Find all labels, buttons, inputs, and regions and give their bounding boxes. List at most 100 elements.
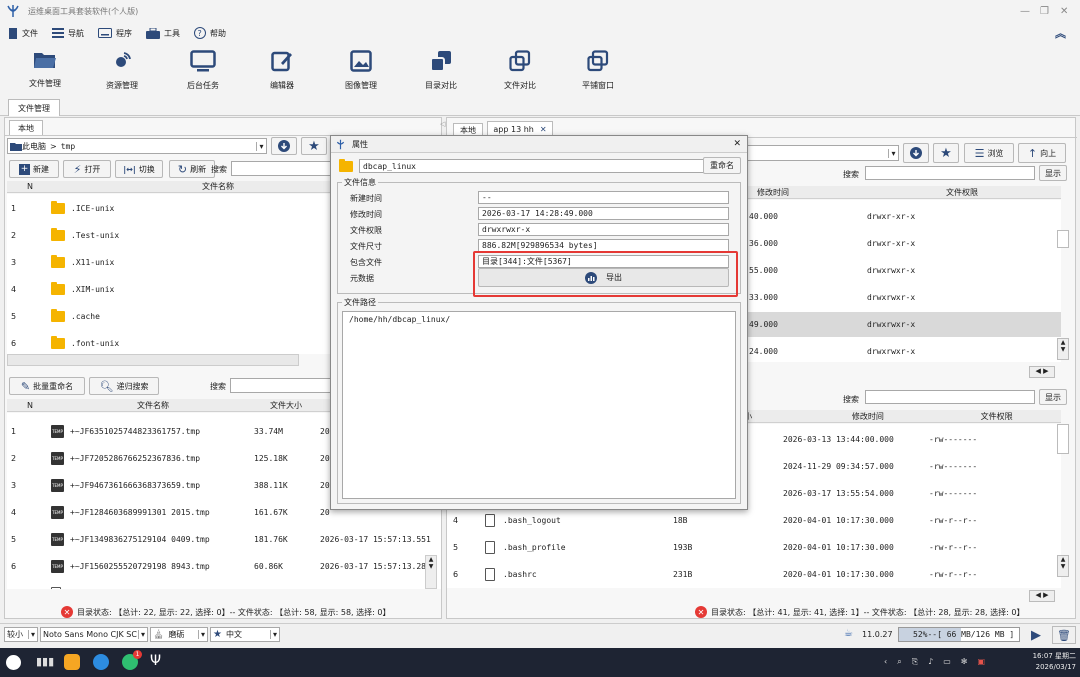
menu-help-label: 帮助 bbox=[210, 28, 226, 38]
tool-dir-compare[interactable]: 目录对比 bbox=[401, 50, 481, 91]
refresh-button[interactable]: ↻ 刷新 bbox=[169, 160, 215, 178]
right-file-vscroll-arrows[interactable]: ▲ ▼ bbox=[1057, 555, 1069, 577]
table-row[interactable]: 5 .bash_profile 193B 2020-04-01 10:17:30.00… bbox=[447, 536, 1061, 558]
open-button[interactable]: ⚡ 打开 bbox=[63, 160, 111, 178]
menu-help[interactable]: ? 帮助 bbox=[194, 27, 226, 39]
language-select[interactable]: ★ 中文 ▾ bbox=[210, 627, 280, 642]
left-hscrollbar[interactable] bbox=[7, 354, 299, 366]
tool-file-manager-label: 文件管理 bbox=[29, 79, 61, 88]
right-bottom-search-input[interactable] bbox=[865, 390, 1035, 404]
table-row[interactable]: 6 .bashrc 231B 2020-04-01 10:17:30.000 -rw-r… bbox=[447, 563, 1061, 585]
trash-button[interactable]: 🗑︎ bbox=[1052, 626, 1076, 644]
size-select[interactable]: 较小 ▾ bbox=[4, 627, 38, 642]
dialog-name-input[interactable]: dbcap_linux bbox=[359, 159, 713, 173]
right-path-combo[interactable]: ▾ bbox=[747, 145, 899, 161]
table-row[interactable]: 5 TEMP +~JF1349836275129104 0409.tmp 181.76… bbox=[7, 529, 441, 549]
tool-file-compare[interactable]: 文件对比 bbox=[480, 50, 560, 91]
close-tab-icon[interactable]: ✕ bbox=[540, 125, 547, 134]
play-button[interactable]: ▶ bbox=[1024, 627, 1048, 643]
browse-button[interactable]: ☰ 浏览 bbox=[964, 143, 1014, 163]
left-download-button[interactable] bbox=[271, 137, 297, 155]
dialog-close-icon[interactable]: ✕ bbox=[733, 139, 741, 149]
menu-program[interactable]: 程序 bbox=[98, 28, 132, 39]
up-button[interactable]: ↑ 向上 bbox=[1018, 143, 1066, 163]
tool-editor[interactable]: 编辑器 bbox=[242, 50, 322, 91]
theme-select[interactable]: ⛪︎ 磨砺 ▾ bbox=[150, 627, 208, 642]
browser-app-icon[interactable] bbox=[93, 654, 109, 670]
file-perm: -rw------- bbox=[929, 488, 978, 498]
table-row[interactable]: 7 X0-lock11B2026-03-16 13:26:24.187 bbox=[7, 583, 441, 589]
clock[interactable]: 16:07 星期二 2026/03/17 bbox=[1022, 651, 1076, 673]
table-row[interactable]: 4 .bash_logout 18B 2020-04-01 10:17:30.000 -… bbox=[447, 509, 1061, 531]
main-tab-bar: 文件管理 bbox=[0, 98, 1080, 116]
dir-perm: drwxr-xr-x bbox=[867, 239, 916, 248]
left-vscrollbar[interactable]: ▲ ▼ bbox=[425, 555, 437, 589]
file-perm: -rw------- bbox=[929, 461, 978, 471]
chevron-down-icon[interactable]: ▾ bbox=[256, 141, 266, 151]
right-hscroll-arrows[interactable]: ◀ ▶ bbox=[1029, 366, 1055, 378]
tool-file-manager[interactable]: 文件管理 bbox=[5, 50, 85, 89]
tab-file-manager[interactable]: 文件管理 bbox=[8, 99, 60, 116]
restore-icon[interactable]: ❐ bbox=[1040, 6, 1060, 17]
value-perm-field[interactable]: drwxrwxr-x bbox=[478, 223, 729, 236]
batch-rename-button[interactable]: ✎ 批量重命名 bbox=[9, 377, 85, 395]
table-row[interactable]: 6 TEMP +~JF1560255520729198 8943.tmp 60.86K… bbox=[7, 556, 441, 576]
bluetooth-icon[interactable]: ✻ bbox=[961, 657, 968, 667]
switch-button[interactable]: |↔| 切换 bbox=[115, 160, 163, 178]
menu-tools[interactable]: 工具 bbox=[146, 27, 180, 39]
left-bottom-search-input[interactable] bbox=[230, 378, 331, 393]
multitask-icon[interactable]: ▮▮▮ bbox=[36, 655, 54, 668]
notification-icon[interactable]: ▣ bbox=[977, 657, 985, 667]
left-path-combo[interactable]: 此电脑 > tmp ▾ bbox=[7, 138, 267, 154]
display-icon[interactable]: ▭ bbox=[943, 657, 951, 667]
launcher-icon[interactable] bbox=[6, 655, 21, 670]
right-favorite-button[interactable]: ★ bbox=[933, 143, 959, 163]
recursive-search-button[interactable]: 🔍︎ 递归搜索 bbox=[89, 377, 159, 395]
splitter-arrow-icon[interactable]: ◁ bbox=[440, 120, 445, 128]
label-contains: 包含文件 bbox=[350, 258, 382, 267]
export-button[interactable]: 导出 bbox=[478, 268, 729, 287]
row-number: 5 bbox=[453, 542, 459, 552]
minimize-icon[interactable]: — bbox=[1020, 6, 1040, 17]
file-path-text[interactable]: /home/hh/dbcap_linux/ bbox=[342, 311, 736, 499]
tool-image-manager-label: 图像管理 bbox=[345, 81, 377, 90]
star-icon: ★ bbox=[308, 138, 320, 154]
value-ctime-field[interactable]: -- bbox=[478, 191, 729, 204]
left-path-value: tmp bbox=[60, 141, 76, 151]
tool-resource-manager[interactable]: 资源管理 bbox=[82, 50, 162, 91]
menu-nav[interactable]: 导航 bbox=[52, 28, 84, 39]
search-tray-icon[interactable]: ⌕ bbox=[897, 657, 901, 667]
left-tab-local[interactable]: 本地 bbox=[9, 120, 43, 135]
right-search-input[interactable] bbox=[865, 166, 1035, 180]
value-mtime-field[interactable]: 2026-03-17 14:28:49.000 bbox=[478, 207, 729, 220]
chevron-down-icon[interactable]: ▾ bbox=[888, 148, 898, 158]
right-dir-vscrollbar[interactable] bbox=[1057, 230, 1069, 248]
right-show-button[interactable]: 显示 bbox=[1039, 165, 1067, 181]
dir-mtime: 40.000 bbox=[749, 212, 778, 221]
right-download-button[interactable] bbox=[903, 143, 929, 163]
files-app-icon[interactable] bbox=[64, 654, 80, 670]
row-number: 3 bbox=[11, 257, 17, 267]
menu-file[interactable]: 文件 bbox=[8, 27, 38, 39]
menu-tools-label: 工具 bbox=[164, 28, 180, 38]
right-file-vscrollbar[interactable] bbox=[1057, 424, 1069, 454]
file-path-group: 文件路径 /home/hh/dbcap_linux/ bbox=[337, 297, 741, 504]
volume-icon[interactable]: ♪ bbox=[928, 657, 933, 667]
chevron-left-icon[interactable]: ‹ bbox=[884, 657, 887, 667]
right-dir-vscroll-arrows[interactable]: ▲ ▼ bbox=[1057, 338, 1069, 360]
clipboard-icon[interactable]: ⎘ bbox=[912, 657, 918, 667]
close-window-icon[interactable]: ✕ bbox=[1060, 6, 1080, 17]
right-bottom-show-button[interactable]: 显示 bbox=[1039, 389, 1067, 405]
app-taskbar-icon[interactable]: Ψ bbox=[150, 653, 161, 669]
rename-button[interactable]: 重命名 bbox=[703, 157, 741, 174]
font-select[interactable]: Noto Sans Mono CJK SC ▾ bbox=[40, 627, 148, 642]
left-favorite-button[interactable]: ★ bbox=[301, 137, 327, 155]
tool-image-manager[interactable]: 图像管理 bbox=[321, 50, 401, 91]
tool-tile-window[interactable]: 平铺窗口 bbox=[558, 50, 638, 91]
left-search-input[interactable] bbox=[231, 161, 331, 176]
tool-background-tasks[interactable]: 后台任务 bbox=[163, 50, 243, 91]
left-tab-local-label: 本地 bbox=[18, 123, 34, 133]
collapse-icon[interactable]: ︽ bbox=[1055, 25, 1066, 41]
right-file-hscroll-arrows[interactable]: ◀ ▶ bbox=[1029, 590, 1055, 602]
new-button[interactable]: + 新建 bbox=[9, 160, 59, 178]
